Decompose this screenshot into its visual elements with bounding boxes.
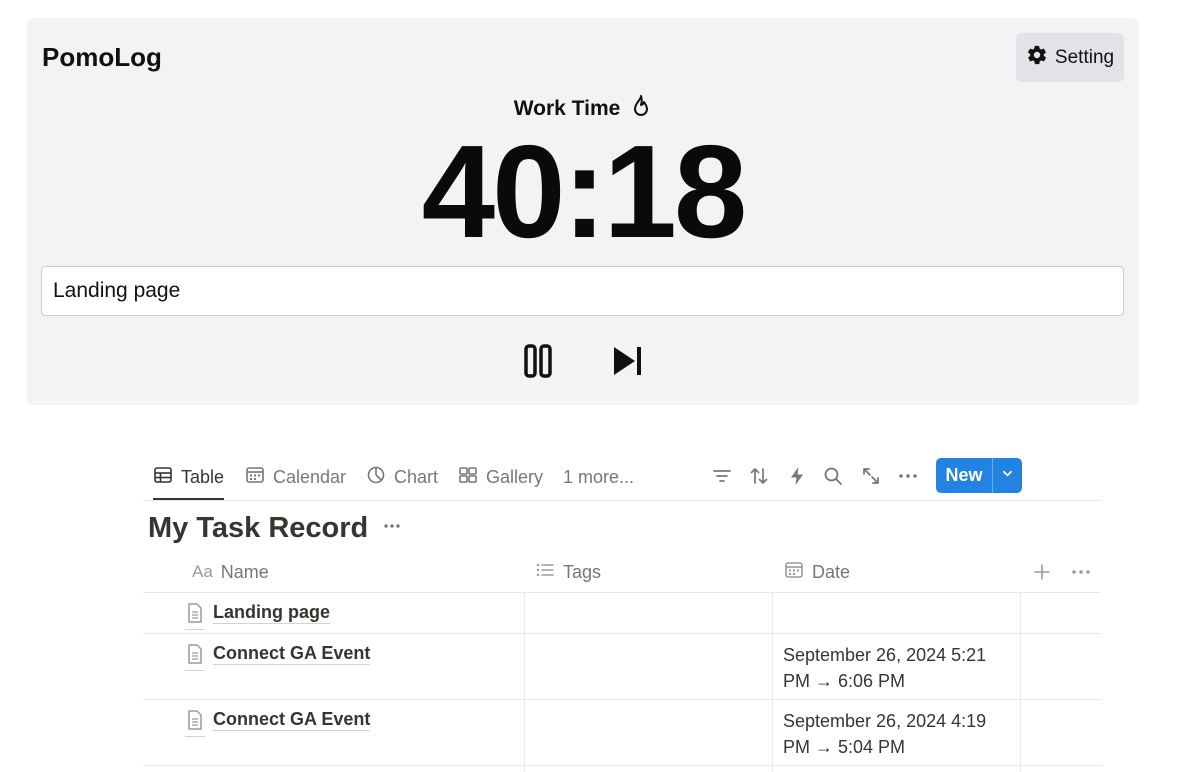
page-icon xyxy=(185,708,205,737)
page-icon xyxy=(185,642,205,671)
tab-more-views[interactable]: 1 more... xyxy=(563,455,634,499)
app-title: PomoLog xyxy=(42,42,162,72)
gear-icon xyxy=(1026,44,1048,72)
setting-button[interactable]: Setting xyxy=(1016,33,1124,82)
task-database: Table Calendar Chart Gallery 1 more... N… xyxy=(143,455,1101,772)
more-icon xyxy=(1070,570,1092,587)
plus-icon xyxy=(1031,564,1053,587)
task-name-input[interactable] xyxy=(41,266,1124,316)
database-title[interactable]: My Task Record xyxy=(148,512,368,545)
new-button-label: New xyxy=(945,465,983,485)
tab-label: Chart xyxy=(394,466,439,487)
sort-button[interactable] xyxy=(748,465,770,487)
tab-label: Calendar xyxy=(273,466,347,487)
list-icon xyxy=(535,560,555,585)
more-icon xyxy=(382,516,402,541)
sort-icon xyxy=(748,468,770,491)
calendar-icon xyxy=(784,560,804,585)
filter-button[interactable] xyxy=(711,465,733,487)
add-property-button[interactable] xyxy=(1031,561,1053,583)
table-header: Aa Name Tags Date xyxy=(143,552,1101,593)
database-title-row: My Task Record xyxy=(148,512,402,545)
search-button[interactable] xyxy=(822,465,844,487)
column-header-name[interactable]: Aa Name xyxy=(192,552,269,592)
calendar-icon xyxy=(245,465,265,490)
row-date[interactable]: September 26, 2024 4:19 PM → 5:04 PM xyxy=(783,708,1013,760)
filter-icon xyxy=(711,470,733,491)
column-label: Name xyxy=(220,561,269,582)
pie-chart-icon xyxy=(366,465,386,490)
table-row[interactable]: Connect GA Event September 26, 2024 4:19… xyxy=(143,700,1101,766)
column-header-tags[interactable]: Tags xyxy=(535,552,601,592)
tab-table[interactable]: Table xyxy=(153,455,225,500)
tab-label: Gallery xyxy=(486,466,544,487)
tab-chart[interactable]: Chart xyxy=(366,455,438,499)
tab-calendar[interactable]: Calendar xyxy=(245,455,346,499)
row-name: Landing page xyxy=(213,602,330,624)
row-name: Connect GA Event xyxy=(213,643,371,665)
row-name-cell[interactable]: Landing page xyxy=(185,601,330,630)
title-more-button[interactable] xyxy=(382,516,402,541)
expand-icon xyxy=(860,468,882,491)
more-options-button[interactable] xyxy=(897,465,919,487)
row-name: Connect GA Event xyxy=(213,709,371,731)
more-icon xyxy=(897,474,919,491)
pomodoro-widget: PomoLog Setting Work Time 40:18 xyxy=(27,18,1139,405)
header-more-button[interactable] xyxy=(1070,561,1092,583)
table-row[interactable]: Connect GA Event September 26, 2024 5:21… xyxy=(143,634,1101,700)
new-button-dropdown[interactable] xyxy=(993,458,1022,493)
column-header-date[interactable]: Date xyxy=(784,552,850,592)
column-label: Date xyxy=(812,561,851,582)
tab-label: Table xyxy=(181,466,225,487)
view-tabs-bar: Table Calendar Chart Gallery 1 more... N… xyxy=(143,455,1101,501)
timer-display: 40:18 xyxy=(421,118,748,265)
automation-button[interactable] xyxy=(786,465,808,487)
chevron-down-icon xyxy=(1001,467,1014,485)
page-icon xyxy=(185,601,205,630)
gallery-icon xyxy=(458,465,478,490)
new-button[interactable]: New xyxy=(936,458,1022,493)
skip-forward-icon xyxy=(607,347,647,385)
setting-label: Setting xyxy=(1054,46,1115,68)
search-icon xyxy=(822,467,844,491)
expand-button[interactable] xyxy=(860,465,882,487)
table-row[interactable]: Landing page xyxy=(143,593,1101,634)
row-date[interactable]: September 26, 2024 5:21 PM → 6:06 PM xyxy=(783,642,1013,694)
column-label: Tags xyxy=(563,561,602,582)
pause-icon xyxy=(518,344,558,385)
skip-button[interactable] xyxy=(607,341,647,381)
text-property-icon: Aa xyxy=(192,562,213,581)
row-name-cell[interactable]: Connect GA Event xyxy=(185,708,371,737)
tab-label: 1 more... xyxy=(563,466,635,487)
pause-button[interactable] xyxy=(518,341,558,381)
row-name-cell[interactable]: Connect GA Event xyxy=(185,642,371,671)
table-icon xyxy=(153,465,173,490)
lightning-icon xyxy=(786,467,808,491)
tab-gallery[interactable]: Gallery xyxy=(458,455,543,499)
